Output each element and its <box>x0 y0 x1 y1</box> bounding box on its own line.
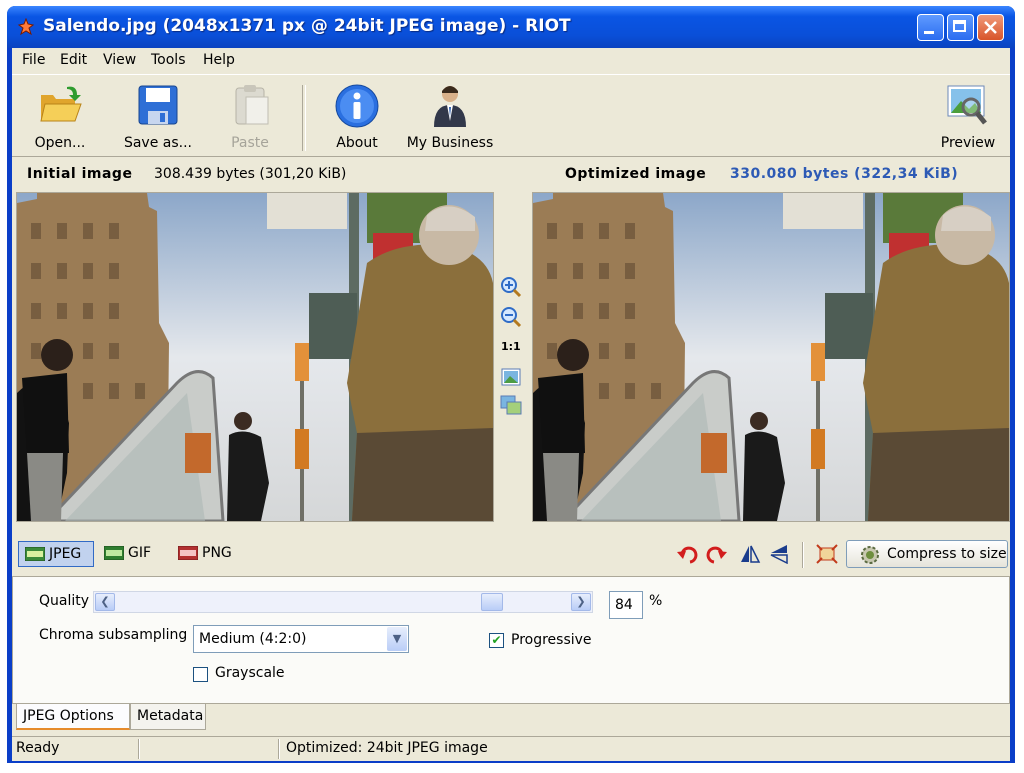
toolbar-separator <box>302 85 306 151</box>
preview-label: Preview <box>940 135 996 151</box>
info-icon <box>335 84 379 128</box>
compress-gear-icon <box>861 546 879 564</box>
status-separator <box>138 739 140 759</box>
chroma-label: Chroma subsampling <box>39 627 188 643</box>
quality-value-field[interactable]: 84 <box>609 591 643 619</box>
optimized-photo <box>533 193 1009 523</box>
close-button[interactable] <box>977 14 1004 41</box>
quality-slider[interactable]: ❮ ❯ <box>93 591 593 613</box>
compress-to-size-button[interactable]: Compress to size <box>846 540 1008 568</box>
about-label: About <box>336 135 378 151</box>
jpeg-file-icon <box>25 547 45 561</box>
preview-icon <box>947 85 987 125</box>
menu-view[interactable]: View <box>103 52 136 68</box>
compress-label: Compress to size <box>887 546 1007 562</box>
floppy-disk-icon <box>138 85 178 125</box>
paste-label: Paste <box>231 135 269 151</box>
close-icon <box>984 21 997 34</box>
minimize-button[interactable] <box>917 14 944 41</box>
status-bar: Ready Optimized: 24bit JPEG image <box>12 736 1010 761</box>
progressive-checkbox[interactable]: ✔ <box>489 633 504 648</box>
format-jpeg-tab[interactable]: JPEG <box>18 541 94 567</box>
slider-thumb[interactable] <box>481 593 503 611</box>
menu-edit[interactable]: Edit <box>60 52 87 68</box>
jpeg-options-panel: Quality ❮ ❯ 84 % Chroma subsampling Medi… <box>12 576 1010 704</box>
actual-size-button[interactable]: 1:1 <box>501 340 521 353</box>
optimized-image-size: 330.080 bytes (322,34 KiB) <box>730 166 959 182</box>
initial-image-label: Initial image <box>27 166 133 182</box>
format-gif-tab[interactable]: GIF <box>98 541 164 567</box>
format-png-tab[interactable]: PNG <box>172 541 252 567</box>
my-business-label: My Business <box>406 135 494 151</box>
save-as-label: Save as... <box>123 135 193 151</box>
status-message: Optimized: 24bit JPEG image <box>286 740 488 756</box>
checkmark-icon: ✔ <box>491 633 502 647</box>
app-window: Salendo.jpg (2048x1371 px @ 24bit JPEG i… <box>7 6 1015 763</box>
menu-help[interactable]: Help <box>203 52 235 68</box>
status-state: Ready <box>16 740 60 756</box>
flip-horizontal-icon[interactable] <box>739 544 761 564</box>
chevron-down-icon[interactable]: ▼ <box>387 627 407 651</box>
initial-image-size: 308.439 bytes (301,20 KiB) <box>154 166 347 182</box>
optimized-image-label: Optimized image <box>565 166 707 182</box>
folder-open-icon <box>40 86 82 122</box>
progressive-label: Progressive <box>511 632 592 648</box>
options-tabs: JPEG Options Metadata <box>12 704 1010 732</box>
fit-icon[interactable] <box>500 366 522 388</box>
format-gif-label: GIF <box>128 545 152 561</box>
quality-unit: % <box>649 593 663 609</box>
resize-icon[interactable] <box>816 544 838 564</box>
optimized-image-panel[interactable] <box>532 192 1010 523</box>
rotate-left-icon[interactable] <box>676 544 698 564</box>
png-file-icon <box>178 546 198 560</box>
format-bar: JPEG GIF PNG Compress to size <box>12 536 1010 577</box>
slider-right-arrow-icon[interactable]: ❯ <box>571 593 591 611</box>
toolbar: Open... Save as... Paste About My Busine… <box>12 74 1010 157</box>
zoom-out-icon[interactable] <box>500 306 522 328</box>
image-info-bar: Initial image 308.439 bytes (301,20 KiB)… <box>12 156 1010 191</box>
zoom-in-icon[interactable] <box>500 276 522 298</box>
initial-image-panel[interactable] <box>16 192 494 523</box>
tab-jpeg-options[interactable]: JPEG Options <box>16 704 130 730</box>
menu-bar: File Edit View Tools Help <box>12 48 1010 74</box>
grayscale-checkbox[interactable] <box>193 667 208 682</box>
slider-left-arrow-icon[interactable]: ❮ <box>95 593 115 611</box>
grayscale-label: Grayscale <box>215 665 285 681</box>
client-area: File Edit View Tools Help Open... Save a… <box>12 48 1010 761</box>
initial-photo <box>17 193 493 523</box>
business-person-icon <box>434 86 466 127</box>
compare-icon[interactable] <box>500 394 522 416</box>
format-jpeg-label: JPEG <box>49 546 82 562</box>
maximize-button[interactable] <box>947 14 974 41</box>
open-label: Open... <box>34 135 86 151</box>
menu-tools[interactable]: Tools <box>151 52 186 68</box>
tab-metadata[interactable]: Metadata <box>130 704 206 730</box>
maximize-icon <box>953 20 966 32</box>
format-bar-separator <box>802 542 804 568</box>
gif-file-icon <box>104 546 124 560</box>
menu-file[interactable]: File <box>22 52 45 68</box>
chroma-subsampling-select[interactable]: Medium (4:2:0) ▼ <box>193 625 409 653</box>
format-png-label: PNG <box>202 545 232 561</box>
riot-app-icon <box>17 18 35 36</box>
window-title: Salendo.jpg (2048x1371 px @ 24bit JPEG i… <box>43 16 571 36</box>
title-bar[interactable]: Salendo.jpg (2048x1371 px @ 24bit JPEG i… <box>7 6 1015 48</box>
status-separator <box>278 739 280 759</box>
quality-label: Quality <box>39 593 90 609</box>
minimize-icon <box>924 31 934 34</box>
rotate-right-icon[interactable] <box>706 544 728 564</box>
chroma-selected-value: Medium (4:2:0) <box>199 631 307 647</box>
flip-vertical-icon[interactable] <box>769 544 791 564</box>
paste-icon <box>235 85 269 125</box>
